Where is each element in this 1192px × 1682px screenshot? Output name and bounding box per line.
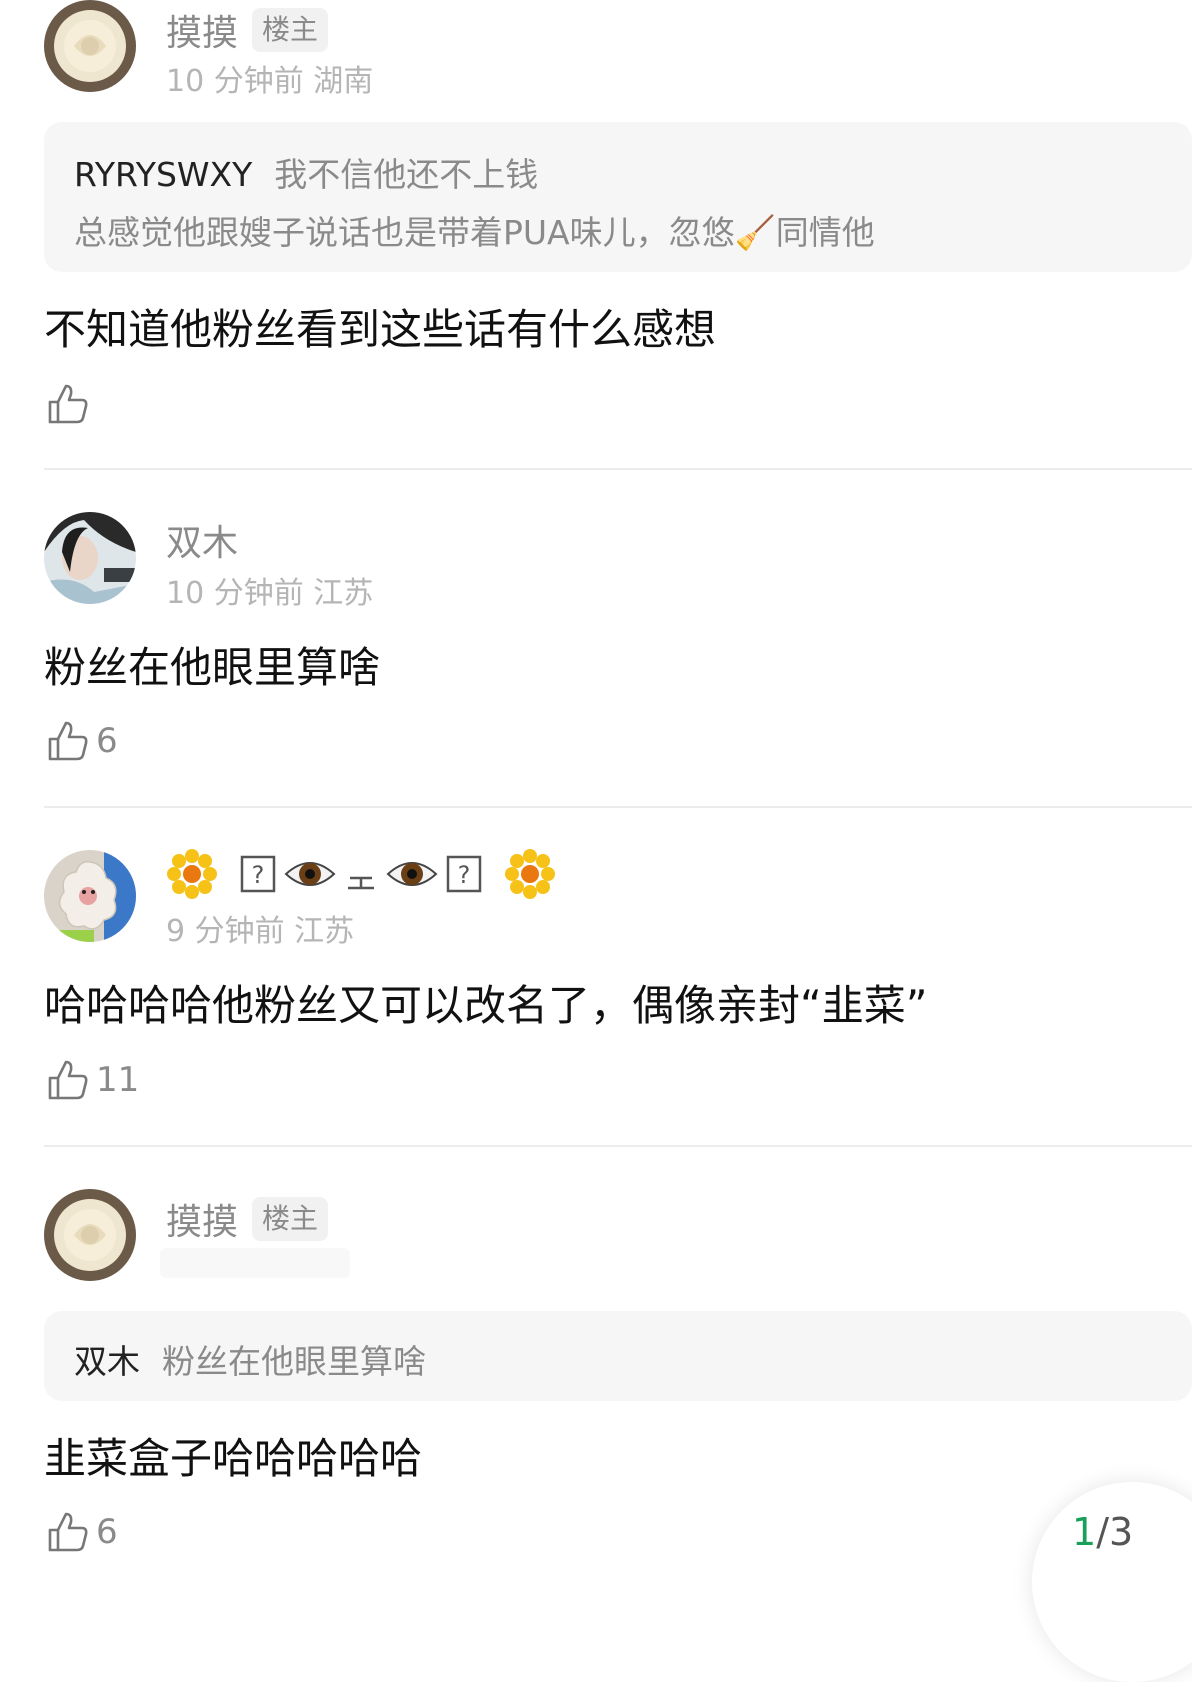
avatar[interactable]	[44, 1189, 136, 1281]
quote-text-1: 粉丝在他眼里算啥	[162, 1342, 426, 1381]
divider	[44, 806, 1192, 808]
like-count: 11	[96, 1060, 140, 1100]
portrait-avatar-image	[44, 512, 136, 604]
thumbs-up-icon	[48, 1512, 88, 1552]
eye-icon	[386, 854, 438, 894]
username[interactable]: 摸摸	[166, 4, 238, 56]
comment-text: 韭菜盒子哈哈哈哈哈	[44, 1434, 423, 1483]
time-location: 9 分钟前 江苏	[166, 914, 355, 949]
username[interactable]: 双木	[166, 514, 238, 566]
user-name-row: 摸摸 楼主	[166, 1193, 329, 1245]
avatar[interactable]	[44, 850, 136, 942]
time-location: 10 分钟前 湖南	[166, 64, 374, 99]
like-button[interactable]: 6	[46, 719, 118, 763]
current-page: 1	[1072, 1510, 1097, 1554]
avatar[interactable]	[44, 0, 136, 92]
comment-text: 不知道他粉丝看到这些话有什么感想	[44, 305, 717, 354]
flower-plush-avatar-image	[44, 850, 136, 942]
sunflower-icon	[166, 848, 218, 900]
like-count: 6	[96, 721, 118, 761]
sunflower-icon	[504, 848, 556, 900]
total-pages: /3	[1096, 1510, 1134, 1554]
blurred-meta-placeholder	[160, 1248, 350, 1278]
like-button[interactable]	[46, 382, 96, 426]
thumbs-up-icon	[48, 721, 88, 761]
eye-icon	[284, 854, 336, 894]
unknown-char-icon: ?	[446, 855, 482, 893]
like-button[interactable]: 11	[46, 1058, 139, 1102]
unknown-char-icon: ?	[240, 855, 276, 893]
quote-author: 双木	[74, 1342, 140, 1381]
user-name-row: 摸摸 楼主	[166, 4, 329, 56]
time-location: 10 分钟前 江苏	[166, 576, 374, 611]
user-name-row[interactable]: ? ?	[166, 848, 556, 900]
user-name-row: 双木	[166, 514, 238, 566]
quote-line-1: 双木 粉丝在他眼里算啥	[74, 1335, 426, 1383]
owner-badge: 楼主	[252, 8, 329, 52]
divider	[44, 1145, 1192, 1147]
like-count: 6	[96, 1512, 118, 1552]
like-button[interactable]: 6	[46, 1510, 118, 1554]
username[interactable]: 摸摸	[166, 1193, 238, 1245]
avatar[interactable]	[44, 512, 136, 604]
quoted-reply[interactable]: RYRYSWXY 我不信他还不上钱 总感觉他跟嫂子说话也是带着PUA味儿，忽悠🧹同…	[44, 122, 1192, 272]
mouth-icon	[344, 854, 378, 894]
rose-avatar-image	[44, 0, 136, 92]
quote-line-1: RYRYSWXY 我不信他还不上钱	[74, 148, 538, 196]
comment-text: 粉丝在他眼里算啥	[44, 643, 381, 692]
divider	[44, 468, 1192, 470]
quote-author: RYRYSWXY	[74, 155, 253, 194]
page-indicator-text[interactable]: 1/3	[1072, 1510, 1133, 1554]
thumbs-up-icon	[48, 384, 88, 424]
owner-badge: 楼主	[252, 1197, 329, 1241]
quote-text-1: 我不信他还不上钱	[274, 155, 539, 194]
comment-text: 哈哈哈哈他粉丝又可以改名了，偶像亲封“韭菜”	[44, 981, 928, 1030]
quote-text-2: 总感觉他跟嫂子说话也是带着PUA味儿，忽悠🧹同情他	[74, 213, 875, 252]
svg-text:?: ?	[458, 861, 471, 889]
quoted-reply[interactable]: 双木 粉丝在他眼里算啥	[44, 1311, 1192, 1401]
rose-avatar-image	[44, 1189, 136, 1281]
thumbs-up-icon	[48, 1060, 88, 1100]
svg-text:?: ?	[252, 861, 265, 889]
